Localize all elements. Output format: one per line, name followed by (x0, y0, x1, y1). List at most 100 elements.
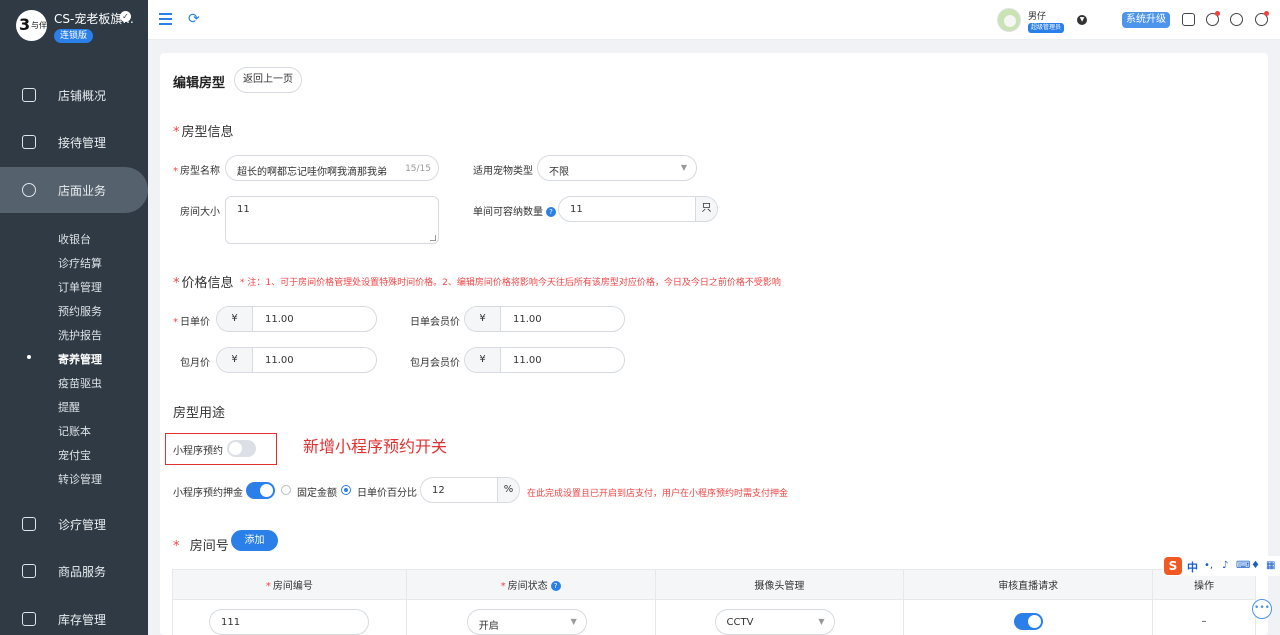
refresh-icon[interactable]: ⟳ (188, 11, 200, 27)
monthly-member-price-input[interactable]: ¥ 11.00 (464, 347, 625, 373)
percent-input[interactable]: 12 % (420, 477, 520, 503)
sidebar-item-medical[interactable]: 诊疗管理 (0, 501, 148, 547)
back-button[interactable]: 返回上一页 (234, 67, 302, 93)
ime-language[interactable]: 中 (1187, 559, 1198, 575)
chevron-down-icon: ▼ (570, 617, 577, 626)
sidebar-item-label: 店面业务 (58, 183, 107, 198)
sidebar-item-store-business[interactable]: 店面业务 (0, 167, 148, 213)
ime-punct-icon[interactable]: •, (1204, 560, 1213, 571)
deposit-note: 在此完成设置且已开启到店支付，用户在小程序预约时需支付押金 (527, 489, 789, 499)
daily-member-price-input[interactable]: ¥ 11.00 (464, 306, 625, 332)
medical-icon (22, 517, 36, 531)
resize-handle-icon[interactable] (430, 235, 436, 241)
user-role-badge: 超级管理员 (1028, 23, 1065, 33)
add-room-button[interactable]: 添加 (231, 530, 278, 551)
capacity-value: 11 (570, 204, 583, 215)
grid-icon[interactable]: ▦ (1266, 560, 1275, 571)
skin-icon[interactable]: ♦ (1251, 560, 1260, 571)
chevron-down-icon[interactable]: ▼ (1077, 15, 1087, 25)
section-price-info: * 价格信息 (173, 276, 234, 291)
room-size-textarea[interactable]: 11 (225, 196, 439, 244)
edit-room-type-card: 编辑房型 返回上一页 * 房型信息 * 房型名称 超长的啊都忘记哇你啊我滴那我弟 1… (160, 53, 1268, 635)
row-action[interactable]: – (1152, 599, 1256, 635)
calendar-icon[interactable] (1182, 13, 1195, 26)
sidebar-item-overview[interactable]: 店铺概况 (0, 72, 148, 118)
sidebar: 3 与伴 CS-宠老板旗... ✓ 连锁版 店铺概况 接待管理 店面业务 收银台 … (0, 0, 148, 635)
active-indicator (27, 355, 31, 359)
section-usage: 房型用途 (173, 406, 226, 421)
deposit-label: 小程序预约押金 (173, 488, 243, 499)
section-room-info: * 房型信息 (173, 125, 234, 140)
room-status-select[interactable]: 开启 ▼ (466, 609, 587, 635)
sub-item-vaccine[interactable]: 疫苗驱虫 (58, 375, 102, 391)
daily-price-input[interactable]: ¥ 11.00 (216, 306, 377, 332)
sub-item-reminders[interactable]: 提醒 (58, 399, 80, 415)
sub-item-boarding[interactable]: 寄养管理 (58, 351, 102, 367)
chevron-down-icon: ▼ (818, 617, 825, 626)
avatar[interactable] (997, 8, 1021, 32)
question-icon: ? (546, 207, 556, 217)
currency-prefix: ¥ (465, 348, 501, 372)
char-counter: 15/15 (405, 164, 431, 174)
sidebar-item-reception[interactable]: 接待管理 (0, 119, 148, 165)
monthly-member-price-label: 包月会员价 (410, 358, 460, 369)
capacity-unit: 只 (695, 197, 717, 221)
chevron-down-icon: ▼ (680, 163, 687, 172)
ime-logo-icon[interactable]: S (1164, 557, 1182, 575)
percent-value: 12 (432, 485, 445, 496)
goods-icon (22, 564, 36, 578)
monthly-price-value: 11.00 (265, 355, 294, 366)
camera-select[interactable]: CCTV ▼ (714, 609, 835, 635)
daily-member-price-value: 11.00 (513, 314, 542, 325)
sub-item-cashier[interactable]: 收银台 (58, 231, 91, 247)
sidebar-item-goods[interactable]: 商品服务 (0, 548, 148, 594)
percent-unit: % (497, 478, 519, 502)
capacity-label: 单间可容纳数量? (473, 203, 556, 218)
rooms-table: * 房间编号 * 房间状态? 摄像头管理 审核直播请求 操作 111 开启 ▼ CC… (172, 569, 1256, 635)
monthly-price-label: 包月价 (180, 358, 210, 369)
table-row: 111 开启 ▼ CCTV ▼ – (172, 599, 1256, 635)
edition-badge: 连锁版 (54, 29, 94, 43)
fixed-amount-label: 固定金额 (297, 488, 337, 499)
room-number-input[interactable]: 111 (209, 609, 369, 635)
daily-member-price-label: 日单会员价 (410, 317, 460, 328)
room-size-value: 11 (237, 204, 250, 215)
deposit-switch[interactable] (246, 482, 275, 499)
microphone-icon[interactable]: ♪ (1222, 560, 1228, 571)
room-name-value: 超长的啊都忘记哇你啊我滴那我弟 (237, 167, 387, 178)
capacity-input[interactable]: 11 只 (558, 196, 718, 222)
sub-item-treatment-settlement[interactable]: 诊疗结算 (58, 255, 102, 271)
pet-type-select[interactable]: 不限 ▼ (537, 155, 697, 181)
brand-header[interactable]: 3 与伴 CS-宠老板旗... ✓ 连锁版 (0, 0, 148, 52)
sub-item-orders[interactable]: 订单管理 (58, 279, 102, 295)
sub-item-petpay[interactable]: 宠付宝 (58, 447, 91, 463)
sub-item-referral[interactable]: 转诊管理 (58, 471, 102, 487)
col-camera: 摄像头管理 (654, 569, 905, 600)
sub-item-appointments[interactable]: 预约服务 (58, 303, 102, 319)
monthly-price-input[interactable]: ¥ 11.00 (216, 347, 377, 373)
sub-item-grooming-report[interactable]: 洗护报告 (58, 327, 102, 343)
headset-icon[interactable] (1230, 13, 1243, 26)
room-name-input[interactable]: 超长的啊都忘记哇你啊我滴那我弟 15/15 (225, 155, 439, 181)
mini-booking-label: 小程序预约 (173, 446, 223, 457)
keyboard-icon[interactable]: ⌨ (1236, 560, 1250, 571)
dropdown-circle-icon[interactable]: ✓ (120, 11, 131, 22)
daily-price-value: 11.00 (265, 314, 294, 325)
menu-toggle-icon[interactable] (159, 13, 172, 28)
store-icon (22, 183, 36, 197)
chat-icon[interactable]: ••• (1252, 599, 1272, 619)
room-size-label: 房间大小 (180, 207, 220, 218)
percent-radio[interactable] (341, 485, 351, 495)
col-room-number: * 房间编号 (172, 569, 407, 600)
page-title: 编辑房型 (173, 76, 226, 91)
fixed-amount-radio[interactable] (281, 485, 291, 495)
upgrade-button[interactable]: 系统升级 (1122, 12, 1170, 28)
mini-booking-switch[interactable] (227, 440, 256, 457)
top-bar: ⟳ 男仔 超级管理员 ▼ 系统升级 (148, 0, 1280, 40)
live-review-switch[interactable] (1014, 613, 1044, 630)
help-notification-dot (1264, 11, 1269, 16)
section-rooms: * 房间号 (173, 539, 229, 554)
sub-item-ledger[interactable]: 记账本 (58, 423, 91, 439)
user-name: 男仔 (1028, 12, 1047, 22)
sidebar-item-inventory[interactable]: 库存管理 (0, 596, 148, 635)
